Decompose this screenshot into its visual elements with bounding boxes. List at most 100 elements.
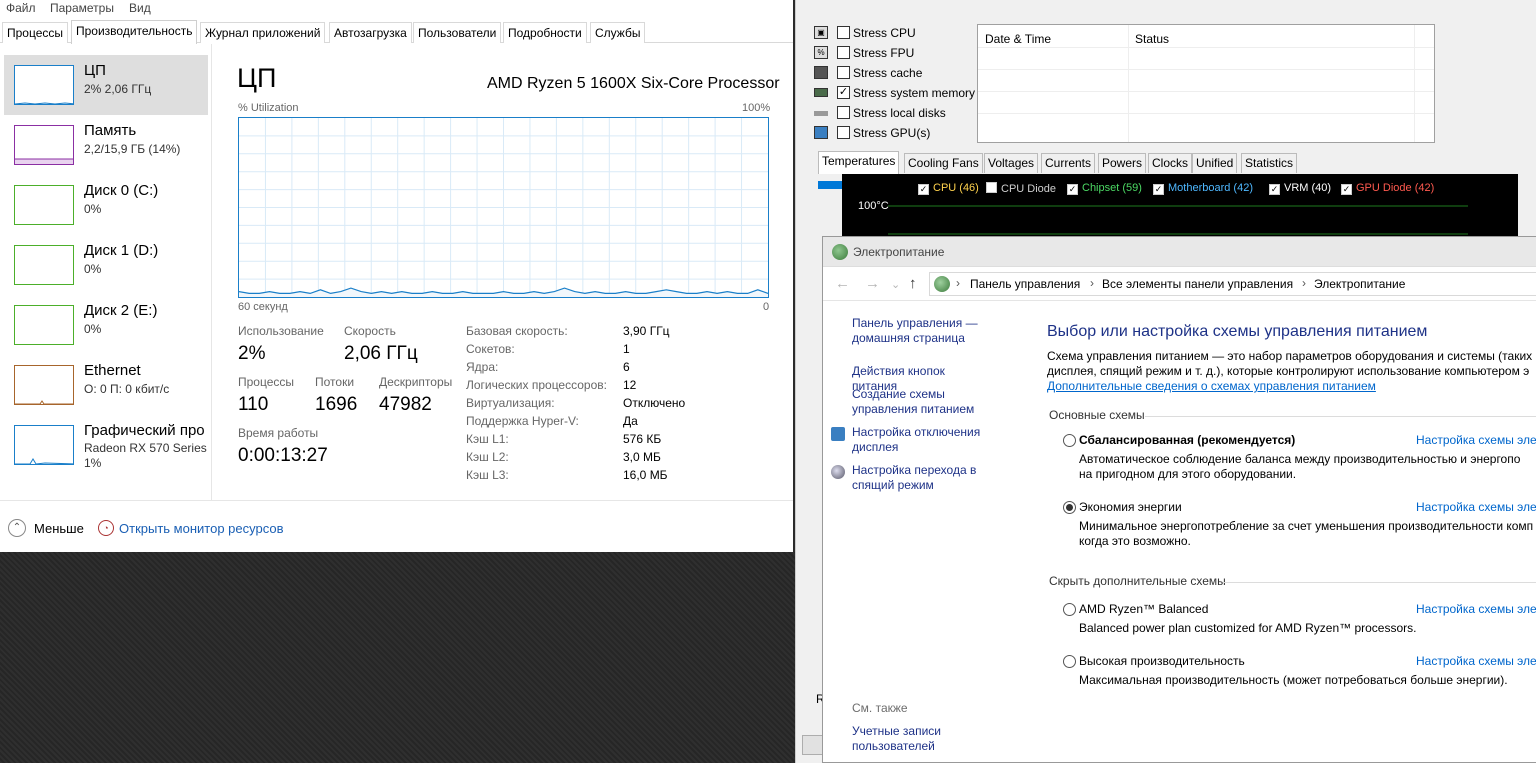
control-panel-home-link[interactable]: Панель управления — домашняя страница — [852, 316, 992, 346]
tab-unified[interactable]: Unified — [1192, 153, 1238, 173]
forward-arrow-icon[interactable]: → — [865, 275, 880, 292]
legend-checkbox[interactable]: ✓ — [918, 184, 929, 195]
legend-checkbox[interactable]: ✓ — [1269, 184, 1280, 195]
breadcrumb-all-items[interactable]: Все элементы панели управления — [1102, 277, 1293, 291]
tab-clocks[interactable]: Clocks — [1148, 153, 1193, 173]
stress-fpu-checkbox[interactable] — [837, 46, 850, 59]
legend-checkbox[interactable]: ✓ — [1341, 184, 1352, 195]
stress-memory-checkbox[interactable]: ✓ — [837, 86, 850, 99]
chevron-up-icon[interactable]: ⌃ — [8, 519, 26, 537]
column-header-status[interactable]: Status — [1135, 32, 1169, 46]
tab-processes[interactable]: Процессы — [2, 22, 69, 43]
legend-vrm[interactable]: ✓ VRM (40) — [1269, 182, 1331, 195]
sidebar-item-title: Память — [84, 122, 137, 139]
tab-cooling-fans[interactable]: Cooling Fans — [904, 153, 983, 173]
legend-cpu[interactable]: ✓ CPU (46) — [918, 182, 979, 195]
tab-users[interactable]: Пользователи — [413, 22, 502, 43]
open-resource-monitor-link[interactable]: Открыть монитор ресурсов — [119, 521, 283, 536]
legend-checkbox[interactable]: ✓ — [1153, 184, 1164, 195]
sidebar-item-memory[interactable]: Память 2,2/15,9 ГБ (14%) — [4, 115, 208, 175]
breadcrumb-power-options[interactable]: Электропитание — [1314, 277, 1405, 291]
stress-gpu-option[interactable]: Stress GPU(s) — [814, 124, 974, 142]
tab-performance[interactable]: Производительность — [71, 20, 198, 44]
memory-icon — [814, 88, 828, 97]
chevron-down-icon[interactable]: ⌄ — [891, 278, 900, 291]
page-title: ЦП — [237, 63, 277, 93]
change-plan-link[interactable]: Настройка схемы эле — [1416, 500, 1536, 514]
breadcrumb-control-panel[interactable]: Панель управления — [970, 277, 1080, 291]
plan-name[interactable]: Экономия энергии — [1079, 500, 1182, 514]
chevron-right-icon[interactable]: › — [1090, 276, 1094, 290]
menu-file[interactable]: Файл — [6, 1, 36, 15]
stress-option-label: Stress GPU(s) — [853, 126, 931, 140]
legend-motherboard[interactable]: ✓ Motherboard (42) — [1153, 182, 1253, 195]
change-plan-link[interactable]: Настройка схемы эле — [1416, 433, 1536, 447]
menu-view[interactable]: Вид — [129, 1, 151, 15]
legend-checkbox[interactable]: ✓ — [1067, 184, 1078, 195]
legend-cpu-diode[interactable]: CPU Diode — [986, 182, 1056, 195]
plan-radio-power-saver[interactable] — [1063, 501, 1076, 514]
tab-temperatures[interactable]: Temperatures — [818, 151, 900, 174]
stress-cache-checkbox[interactable] — [837, 66, 850, 79]
change-plan-link[interactable]: Настройка схемы эле — [1416, 654, 1536, 668]
chevron-right-icon[interactable]: › — [956, 276, 960, 290]
more-info-link[interactable]: Дополнительные сведения о схемах управле… — [1047, 379, 1376, 393]
create-plan-link[interactable]: Создание схемы управления питанием — [852, 387, 992, 417]
plan-name[interactable]: Высокая производительность — [1079, 654, 1245, 668]
sleep-icon — [831, 465, 845, 479]
tab-startup[interactable]: Автозагрузка — [329, 22, 412, 43]
sidebar-item-disk-0[interactable]: Диск 0 (C:) 0% — [4, 175, 208, 235]
plan-name[interactable]: Сбалансированная (рекомендуется) — [1079, 433, 1295, 447]
spec-label: Базовая скорость: — [466, 324, 568, 338]
sidebar-item-cpu[interactable]: ЦП 2% 2,06 ГГц — [4, 55, 208, 115]
breadcrumb[interactable]: › Панель управления › Все элементы панел… — [929, 272, 1536, 296]
spec-value: Отключено — [623, 396, 686, 410]
sidebar-item-disk-1[interactable]: Диск 1 (D:) 0% — [4, 235, 208, 295]
chevron-right-icon[interactable]: › — [1302, 276, 1306, 290]
ethernet-thumbnail-graph — [14, 365, 74, 405]
address-bar: ← → ⌄ ↑ › Панель управления › Все элемен… — [823, 267, 1536, 301]
tab-statistics[interactable]: Statistics — [1241, 153, 1298, 173]
title-bar[interactable]: Электропитание — [823, 237, 1536, 267]
spec-value: 3,90 ГГц — [623, 324, 670, 338]
stress-cpu-option[interactable]: ▣ Stress CPU — [814, 24, 974, 42]
sidebar-item-subtitle: 0% — [84, 202, 102, 216]
fewer-details-button[interactable]: Меньше — [34, 521, 84, 536]
tab-voltages[interactable]: Voltages — [984, 153, 1039, 173]
sidebar-item-gpu[interactable]: Графический про Radeon RX 570 Series 1% — [4, 415, 208, 475]
sleep-settings-link[interactable]: Настройка перехода в спящий режим — [852, 463, 992, 493]
sidebar-item-ethernet[interactable]: Ethernet О: 0 П: 0 кбит/с — [4, 355, 208, 415]
menu-options[interactable]: Параметры — [50, 1, 114, 15]
sidebar-item-disk-2[interactable]: Диск 2 (E:) 0% — [4, 295, 208, 355]
tab-currents[interactable]: Currents — [1041, 153, 1096, 173]
display-off-link[interactable]: Настройка отключения дисплея — [852, 425, 992, 455]
sidebar-item-title: ЦП — [84, 62, 106, 79]
tab-powers[interactable]: Powers — [1098, 153, 1147, 173]
row-divider — [978, 113, 1434, 114]
stress-gpu-checkbox[interactable] — [837, 126, 850, 139]
column-header-datetime[interactable]: Date & Time — [985, 32, 1051, 46]
plan-radio-high-performance[interactable] — [1063, 655, 1076, 668]
plan-radio-balanced[interactable] — [1063, 434, 1076, 447]
spec-label: Кэш L3: — [466, 468, 509, 482]
stress-cpu-checkbox[interactable] — [837, 26, 850, 39]
plan-radio-ryzen-balanced[interactable] — [1063, 603, 1076, 616]
stress-disks-option[interactable]: Stress local disks — [814, 104, 974, 122]
stress-memory-option[interactable]: ✓ Stress system memory — [814, 84, 975, 102]
tab-app-history[interactable]: Журнал приложений — [200, 22, 326, 43]
tab-services[interactable]: Службы — [590, 22, 646, 43]
change-plan-link[interactable]: Настройка схемы эле — [1416, 602, 1536, 616]
section-hidden-plans[interactable]: Скрыть дополнительные схемы — [1049, 574, 1226, 588]
stress-fpu-option[interactable]: % Stress FPU — [814, 44, 974, 62]
stress-disks-checkbox[interactable] — [837, 106, 850, 119]
user-accounts-link[interactable]: Учетные записи пользователей — [852, 724, 992, 754]
cpu-utilization-graph — [238, 117, 769, 298]
legend-gpu-diode[interactable]: ✓ GPU Diode (42) — [1341, 182, 1434, 195]
up-arrow-icon[interactable]: ↑ — [909, 275, 917, 292]
tab-details[interactable]: Подробности — [503, 22, 587, 43]
back-arrow-icon[interactable]: ← — [835, 275, 850, 292]
stress-cache-option[interactable]: Stress cache — [814, 64, 974, 82]
legend-chipset[interactable]: ✓ Chipset (59) — [1067, 182, 1142, 195]
legend-checkbox[interactable] — [986, 182, 997, 193]
plan-name[interactable]: AMD Ryzen™ Balanced — [1079, 602, 1208, 616]
